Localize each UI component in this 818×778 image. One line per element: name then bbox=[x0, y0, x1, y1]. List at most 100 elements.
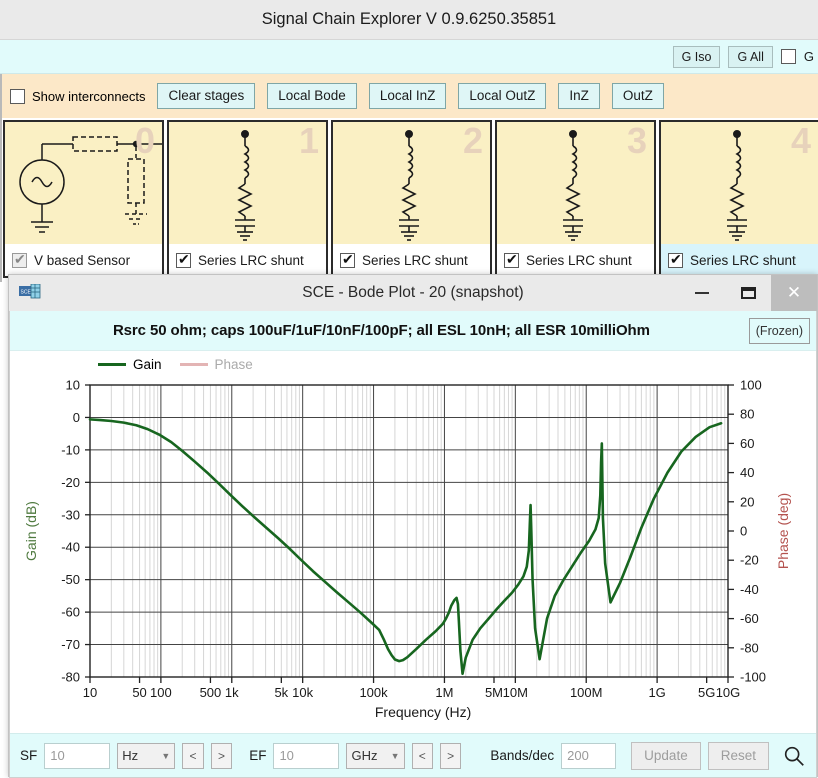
update-button[interactable]: Update bbox=[631, 741, 701, 770]
ef-input[interactable] bbox=[273, 742, 340, 769]
ribbon-checkbox[interactable] bbox=[780, 49, 796, 64]
x-tick-label: 50 bbox=[132, 685, 146, 700]
stage-index-label: 2 bbox=[462, 120, 483, 161]
bode-plot-window: SCE SCE - Bode Plot - 20 (snapshot) ✕ Rs… bbox=[8, 274, 818, 778]
minimize-icon bbox=[695, 292, 709, 294]
stage-toolbar: Show interconnects Clear stages Local Bo… bbox=[0, 74, 818, 118]
legend-item-phase[interactable]: Phase bbox=[179, 356, 253, 372]
ef-increment-button[interactable]: > bbox=[439, 742, 462, 769]
stage-index-label: 3 bbox=[626, 120, 647, 161]
show-interconnects-label: Show interconnects bbox=[32, 88, 146, 104]
legend-swatch-gain bbox=[98, 362, 126, 366]
clear-stages-button[interactable]: Clear stages bbox=[157, 83, 256, 109]
stage-footer[interactable]: Series LRC shunt bbox=[169, 244, 326, 276]
stage-enable-checkbox[interactable] bbox=[668, 251, 683, 268]
window-buttons: ✕ bbox=[679, 275, 817, 311]
y-tick-label: -50 bbox=[61, 572, 80, 587]
stage-enable-checkbox[interactable] bbox=[12, 251, 27, 268]
x-tick-label: 5k bbox=[274, 685, 288, 700]
search-icon[interactable] bbox=[782, 743, 806, 769]
stage-strip: 0 V based Sensor 1 Series LRC shunt bbox=[0, 118, 818, 282]
sf-unit-value: Hz bbox=[122, 748, 139, 763]
close-button[interactable]: ✕ bbox=[771, 275, 817, 311]
y2-tick-label: -80 bbox=[740, 640, 759, 655]
x-tick-label: 10G bbox=[716, 685, 741, 700]
x-tick-label: 100M bbox=[570, 685, 603, 700]
y2-tick-label: -100 bbox=[740, 670, 766, 685]
stage-footer[interactable]: Series LRC shunt bbox=[661, 244, 818, 276]
plot-caption: Rsrc 50 ohm; caps 100uF/1uF/10nF/100pF; … bbox=[112, 322, 650, 339]
x-tick-label: 10k bbox=[292, 685, 313, 700]
local-outz-button[interactable]: Local OutZ bbox=[458, 83, 547, 109]
stage-enable-checkbox[interactable] bbox=[176, 251, 191, 268]
legend-item-gain[interactable]: Gain bbox=[98, 357, 162, 372]
stage-enable-checkbox[interactable] bbox=[504, 251, 519, 268]
minimize-button[interactable] bbox=[679, 275, 725, 311]
g-all-button[interactable]: G All bbox=[728, 45, 773, 68]
bode-chart[interactable]: 100-10-20-30-40-50-60-70-80100806040200-… bbox=[10, 377, 810, 722]
stage-footer[interactable]: Series LRC shunt bbox=[497, 244, 654, 276]
x-tick-label: 10 bbox=[83, 685, 97, 700]
ribbon-bar: G Iso G All G bbox=[0, 40, 818, 74]
stage-card-2[interactable]: 2 Series LRC shunt bbox=[331, 120, 492, 278]
sf-increment-button[interactable]: > bbox=[210, 742, 233, 769]
ef-decrement-button[interactable]: < bbox=[411, 742, 433, 769]
plot-background bbox=[90, 385, 728, 677]
stage-schematic-area: 0 bbox=[5, 122, 162, 244]
stage-schematic-area: 2 bbox=[333, 122, 490, 244]
app-title: Signal Chain Explorer V 0.9.6250.35851 bbox=[261, 10, 557, 28]
stage-index-label: 1 bbox=[298, 120, 319, 161]
stage-label: Series LRC shunt bbox=[690, 252, 796, 268]
frozen-button[interactable]: (Frozen) bbox=[748, 317, 810, 344]
stage-label: V based Sensor bbox=[34, 252, 131, 268]
sf-label: SF bbox=[20, 748, 38, 763]
local-bode-button[interactable]: Local Bode bbox=[267, 83, 357, 109]
y-tick-label: -70 bbox=[61, 637, 80, 652]
legend-label-gain: Gain bbox=[133, 356, 162, 372]
stage-card-4[interactable]: 4 Series LRC shunt bbox=[659, 120, 818, 278]
y2-tick-label: 60 bbox=[740, 436, 754, 451]
reset-button[interactable]: Reset bbox=[707, 741, 769, 770]
stage-label: Series LRC shunt bbox=[198, 252, 304, 268]
sf-input[interactable] bbox=[44, 742, 111, 769]
stage-footer[interactable]: V based Sensor bbox=[5, 244, 162, 276]
y2-tick-label: 0 bbox=[740, 524, 747, 539]
inz-button[interactable]: InZ bbox=[558, 83, 600, 109]
y2-tick-label: -20 bbox=[740, 553, 759, 568]
sf-decrement-button[interactable]: < bbox=[182, 742, 204, 769]
maximize-button[interactable] bbox=[725, 275, 771, 311]
stage-card-3[interactable]: 3 Series LRC shunt bbox=[495, 120, 656, 278]
y2-tick-label: -40 bbox=[740, 582, 759, 597]
bands-per-decade-input[interactable] bbox=[561, 742, 617, 769]
chevron-down-icon: ▼ bbox=[390, 750, 400, 761]
sf-unit-select[interactable]: Hz ▼ bbox=[117, 742, 176, 769]
app-titlebar: Signal Chain Explorer V 0.9.6250.35851 bbox=[0, 0, 818, 40]
bode-titlebar[interactable]: SCE SCE - Bode Plot - 20 (snapshot) ✕ bbox=[9, 275, 817, 311]
outz-button[interactable]: OutZ bbox=[611, 83, 664, 109]
y2-tick-label: 40 bbox=[740, 465, 754, 480]
show-interconnects-row[interactable]: Show interconnects bbox=[10, 88, 146, 104]
chevron-down-icon: ▼ bbox=[161, 750, 171, 761]
g-iso-button[interactable]: G Iso bbox=[672, 45, 721, 68]
y2-tick-label: 80 bbox=[740, 407, 754, 422]
stage-footer[interactable]: Series LRC shunt bbox=[333, 244, 490, 276]
stage-card-0[interactable]: 0 V based Sensor bbox=[3, 120, 164, 278]
stage-index-label: 0 bbox=[134, 120, 155, 161]
legend-swatch-phase bbox=[179, 362, 208, 366]
x-tick-label: 1G bbox=[648, 685, 665, 700]
stage-enable-checkbox[interactable] bbox=[340, 251, 355, 268]
show-interconnects-checkbox[interactable] bbox=[10, 88, 25, 104]
local-inz-button[interactable]: Local InZ bbox=[368, 83, 447, 109]
ef-unit-select[interactable]: GHz ▼ bbox=[346, 742, 405, 769]
stage-label: Series LRC shunt bbox=[526, 252, 632, 268]
x-tick-label: 5M bbox=[485, 685, 503, 700]
y2-tick-label: 20 bbox=[740, 494, 754, 509]
plot-area[interactable]: 10 0 -10 -20 -30 -40 -50 -60 -70 -80 100 80 60 40 20 0-… bbox=[10, 377, 816, 725]
ef-label: EF bbox=[249, 748, 267, 763]
y-tick-label: -10 bbox=[61, 442, 80, 457]
y-tick-label: -40 bbox=[61, 540, 80, 555]
legend-label-phase: Phase bbox=[214, 356, 253, 372]
chart-legend: Gain Phase bbox=[10, 351, 816, 377]
stage-card-1[interactable]: 1 Series LRC shunt bbox=[167, 120, 328, 278]
stage-index-label: 4 bbox=[790, 120, 811, 161]
